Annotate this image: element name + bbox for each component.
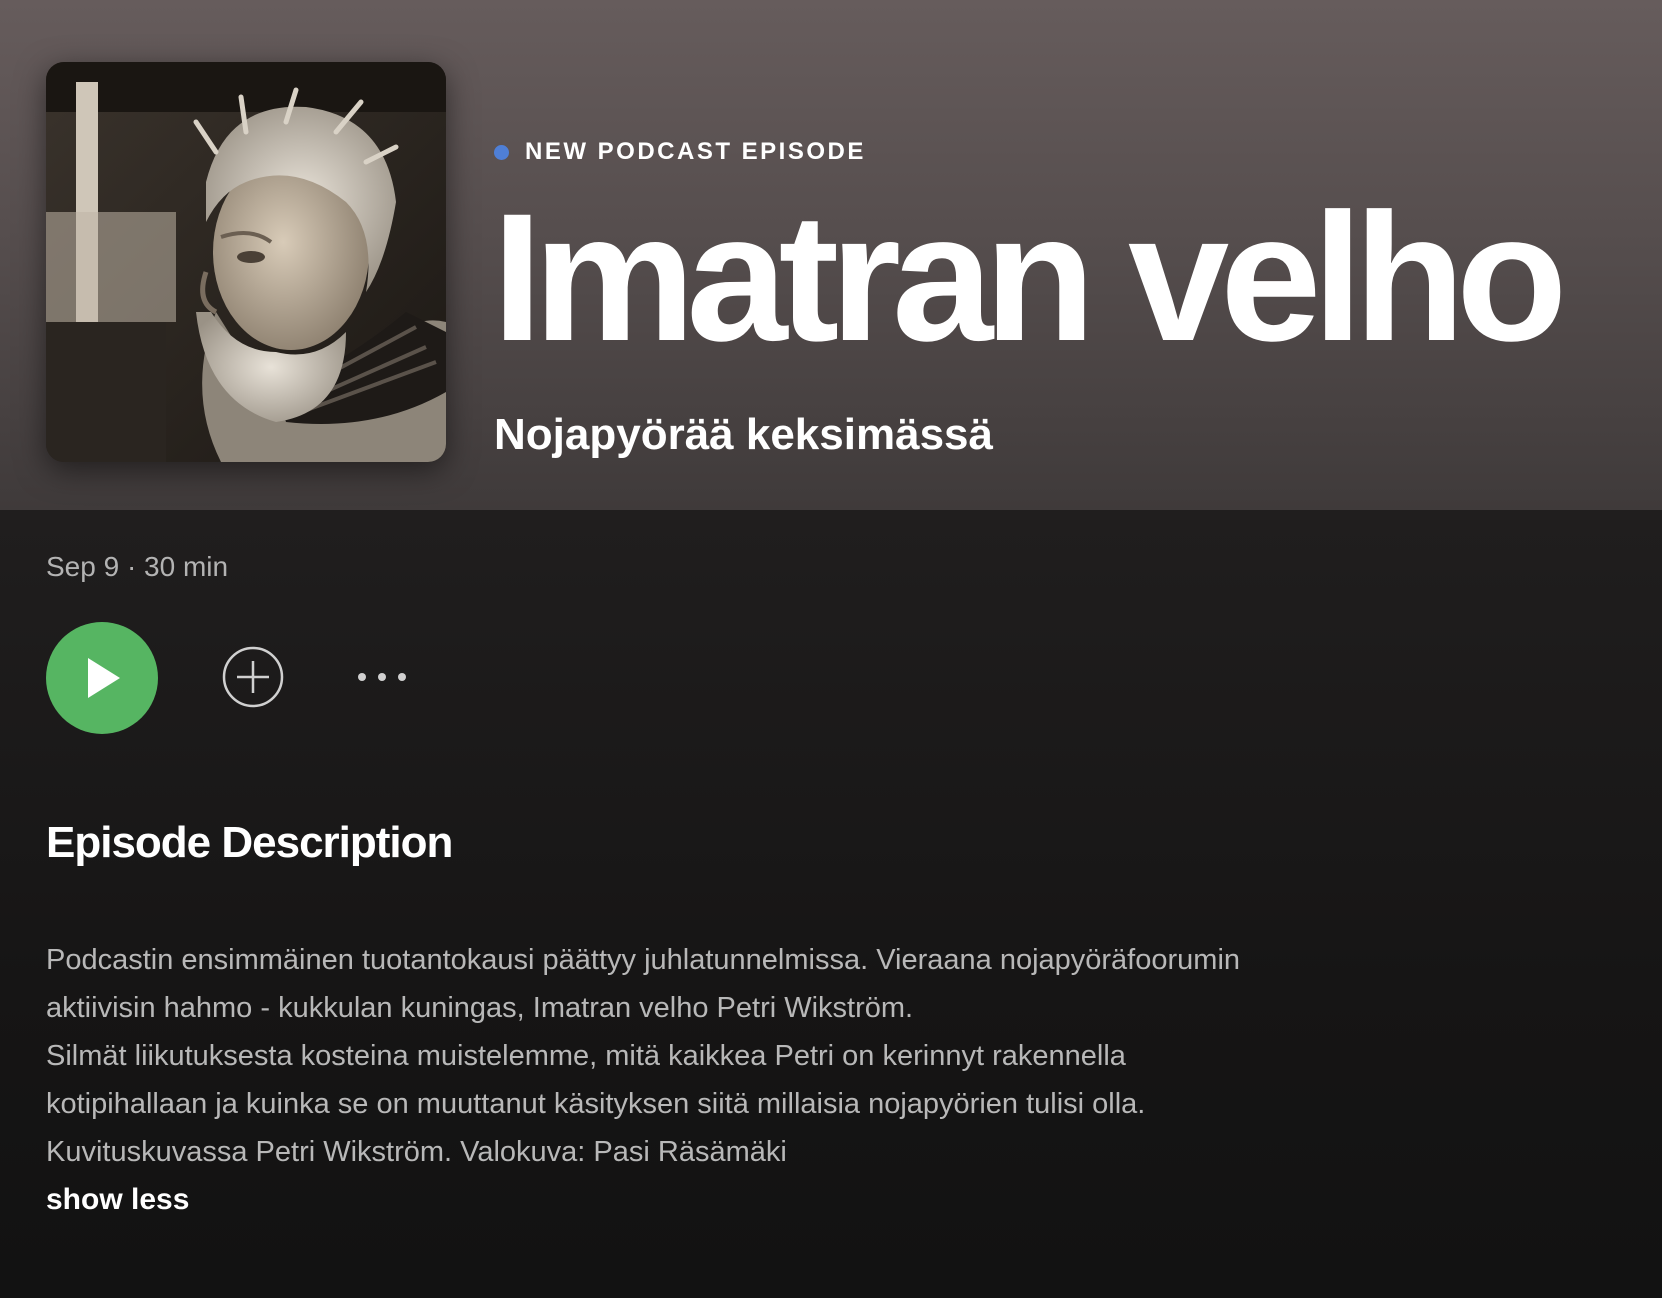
plus-circle-icon — [222, 646, 284, 708]
episode-description-text: Podcastin ensimmäinen tuotantokausi päät… — [46, 936, 1466, 1176]
add-to-library-button[interactable] — [222, 646, 284, 708]
play-icon — [88, 658, 120, 698]
more-options-button[interactable] — [352, 660, 408, 694]
description-line: Kuvituskuvassa Petri Wikström. Valokuva:… — [46, 1136, 787, 1168]
badge-label: NEW PODCAST EPISODE — [525, 138, 866, 165]
portrait-image — [46, 62, 446, 462]
show-less-toggle[interactable]: show less — [46, 1180, 189, 1220]
ellipsis-icon — [358, 673, 406, 681]
episode-description-heading: Episode Description — [46, 818, 453, 867]
episode-cover-art — [46, 62, 446, 462]
play-button[interactable] — [46, 622, 158, 734]
description-line: aktiivisin hahmo - kukkulan kuningas, Im… — [46, 992, 914, 1024]
new-episode-badge: NEW PODCAST EPISODE — [494, 136, 866, 168]
episode-title: Imatran velho — [492, 175, 1567, 379]
podcast-show-link[interactable]: Nojapyörää keksimässä — [494, 408, 993, 462]
episode-meta: Sep 9 · 30 min — [46, 551, 229, 582]
description-line: Podcastin ensimmäinen tuotantokausi päät… — [46, 944, 1241, 976]
new-indicator-dot-icon — [494, 144, 509, 160]
description-line: Silmät liikutuksesta kosteina muistelemm… — [46, 1040, 1126, 1072]
episode-header: NEW PODCAST EPISODE Imatran velho Nojapy… — [0, 0, 1662, 510]
episode-content: Sep 9 · 30 min Episode Description Podca… — [0, 510, 1662, 1298]
description-line: kotipihallaan ja kuinka se on muuttanut … — [46, 1088, 1146, 1120]
